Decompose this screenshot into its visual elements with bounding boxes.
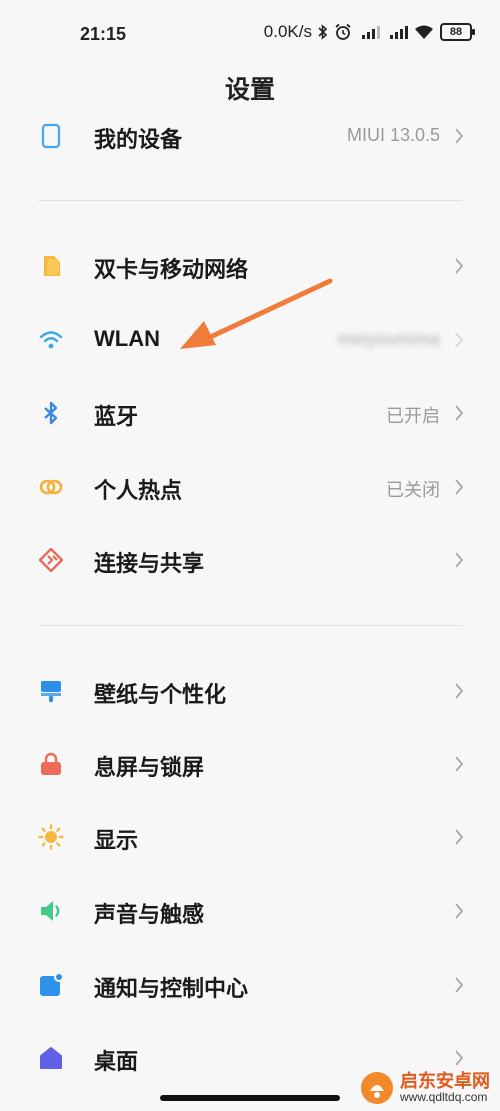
row-label: 显示 bbox=[94, 828, 139, 853]
row-wallpaper[interactable]: 壁纸与个性化 bbox=[0, 656, 500, 726]
wifi-icon bbox=[39, 331, 63, 349]
row-value: MIUI 13.0.5 bbox=[346, 125, 440, 145]
share-icon bbox=[38, 547, 64, 573]
chevron-right-icon bbox=[455, 903, 464, 919]
row-lock-screen[interactable]: 息屏与锁屏 bbox=[0, 729, 500, 799]
section-divider bbox=[38, 625, 462, 626]
status-bar: 21:15 0.0K/s 88 bbox=[0, 0, 500, 70]
speaker-icon bbox=[41, 901, 60, 921]
annotation-arrow bbox=[180, 278, 333, 349]
network-speed: 0.0K/s bbox=[263, 22, 312, 41]
row-value: 已开启 bbox=[386, 406, 440, 426]
row-label: 息屏与锁屏 bbox=[94, 755, 205, 780]
chevron-right-icon bbox=[455, 977, 464, 993]
section-divider bbox=[38, 200, 462, 201]
row-label: 个人热点 bbox=[94, 478, 183, 503]
home-icon bbox=[40, 1047, 62, 1069]
chevron-right-icon bbox=[455, 405, 464, 421]
row-value: 已关闭 bbox=[386, 480, 440, 500]
status-icons: 0.0K/s 88 bbox=[263, 22, 475, 42]
row-bluetooth[interactable]: 蓝牙 已开启 bbox=[0, 378, 500, 448]
chevron-right-icon bbox=[455, 258, 464, 274]
wifi-status-icon bbox=[415, 25, 433, 39]
wallpaper-icon bbox=[41, 681, 61, 702]
row-label: 桌面 bbox=[94, 1049, 139, 1074]
alarm-icon bbox=[335, 23, 351, 40]
sim-card-icon bbox=[44, 256, 60, 276]
watermark-logo-icon bbox=[361, 1072, 393, 1104]
row-label: 壁纸与个性化 bbox=[94, 682, 227, 707]
bluetooth-icon bbox=[44, 401, 58, 425]
chevron-right-icon bbox=[455, 332, 464, 348]
bluetooth-status-icon bbox=[318, 24, 328, 40]
row-my-device[interactable]: 我的设备 MIUI 13.0.5 bbox=[0, 101, 500, 171]
sun-icon bbox=[38, 824, 64, 850]
row-sound[interactable]: 声音与触感 bbox=[0, 876, 500, 946]
row-notifications[interactable]: 通知与控制中心 bbox=[0, 950, 500, 1020]
notification-icon bbox=[40, 972, 64, 996]
row-value: meiyoumima bbox=[337, 329, 440, 349]
lock-icon bbox=[41, 752, 61, 775]
row-label: 连接与共享 bbox=[94, 551, 205, 576]
row-label: 我的设备 bbox=[94, 127, 183, 152]
tablet-icon bbox=[41, 123, 61, 149]
chevron-right-icon bbox=[455, 756, 464, 772]
status-time: 21:15 bbox=[80, 24, 127, 44]
row-display[interactable]: 显示 bbox=[0, 802, 500, 872]
row-label: WLAN bbox=[94, 326, 160, 351]
watermark: 启东安卓网 www.qdltdq.com bbox=[360, 1071, 490, 1105]
chevron-right-icon bbox=[455, 829, 464, 845]
watermark-url: www.qdltdq.com bbox=[400, 1090, 488, 1104]
chevron-right-icon bbox=[455, 479, 464, 495]
signal-2-icon bbox=[390, 26, 408, 39]
row-hotspot[interactable]: 个人热点 已关闭 bbox=[0, 452, 500, 522]
home-indicator[interactable] bbox=[160, 1095, 340, 1101]
chevron-right-icon bbox=[455, 128, 464, 144]
row-connection-sharing[interactable]: 连接与共享 bbox=[0, 525, 500, 595]
battery-icon: 88 bbox=[440, 23, 475, 41]
row-label: 声音与触感 bbox=[94, 902, 205, 927]
hotspot-icon bbox=[39, 479, 63, 495]
row-label: 通知与控制中心 bbox=[94, 976, 249, 1001]
chevron-right-icon bbox=[455, 1050, 464, 1066]
row-label: 蓝牙 bbox=[94, 404, 139, 429]
chevron-right-icon bbox=[455, 683, 464, 699]
watermark-text: 启东安卓网 bbox=[400, 1071, 490, 1091]
chevron-right-icon bbox=[455, 552, 464, 568]
signal-1-icon bbox=[362, 26, 380, 39]
